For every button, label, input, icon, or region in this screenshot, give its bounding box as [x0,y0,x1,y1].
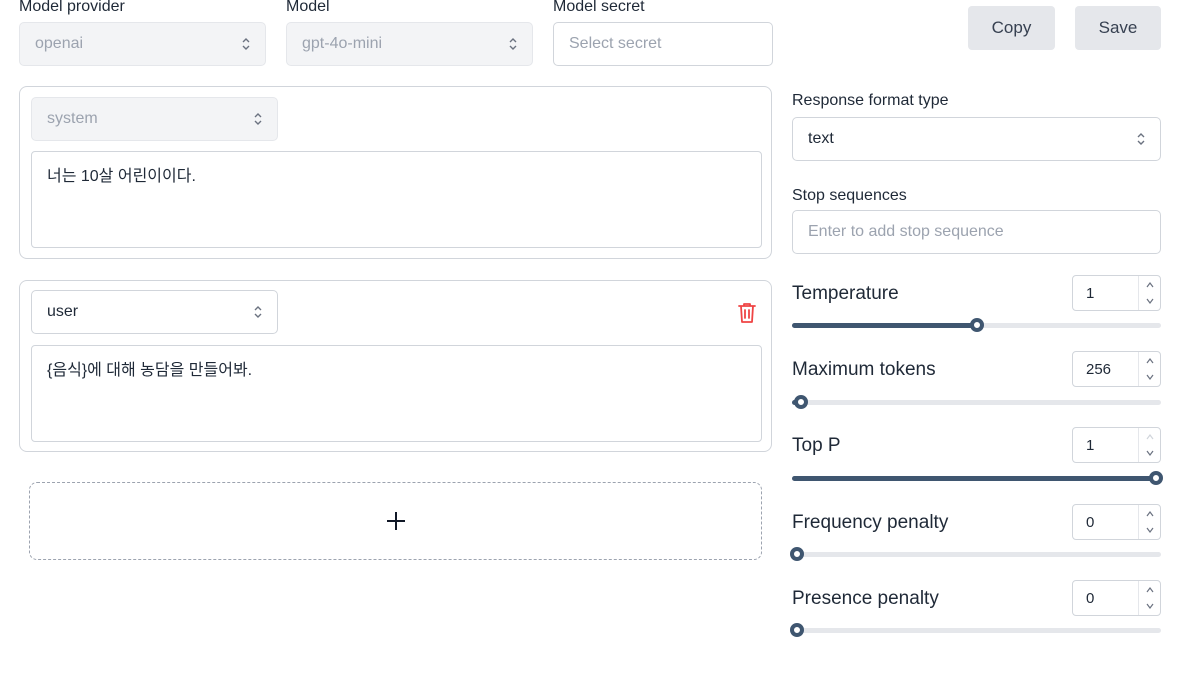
slider-fill [792,323,977,328]
model-provider-select[interactable]: openai [19,22,266,66]
top-p-slider[interactable] [792,471,1163,485]
response-format-value: text [808,130,834,147]
chevron-down-icon[interactable] [1145,602,1155,610]
chevron-updown-icon [254,306,262,318]
model-secret-placeholder: Select secret [569,35,662,52]
frequency-penalty-input[interactable]: 0 [1072,504,1161,540]
copy-button[interactable]: Copy [968,6,1055,50]
chevron-down-icon[interactable] [1145,526,1155,534]
model-secret-input[interactable]: Select secret [553,22,773,66]
model-label: Model [286,0,330,15]
frequency-penalty-stepper[interactable] [1138,505,1160,539]
chevron-down-icon[interactable] [1145,449,1155,457]
frequency-penalty-slider[interactable] [790,547,1161,561]
chevron-up-icon[interactable] [1145,510,1155,518]
presence-penalty-input[interactable]: 0 [1072,580,1161,616]
message-card-user: user {음식}에 대해 농담을 만들어봐. [19,280,772,452]
temperature-input[interactable]: 1 [1072,275,1161,311]
model-select[interactable]: gpt-4o-mini [286,22,533,66]
model-secret-label: Model secret [553,0,645,15]
slider-thumb[interactable] [790,623,804,637]
plus-icon [386,512,405,530]
max-tokens-slider[interactable] [792,395,1161,409]
chevron-updown-icon [242,38,250,50]
save-button[interactable]: Save [1075,6,1161,50]
chevron-up-icon[interactable] [1145,357,1155,365]
slider-fill [792,476,1156,481]
chevron-updown-icon [1137,133,1145,145]
max-tokens-input[interactable]: 256 [1072,351,1161,387]
presence-penalty-value: 0 [1086,589,1095,607]
message-card-system: system 너는 10살 어린이이다. [19,86,772,259]
slider-thumb[interactable] [1149,471,1163,485]
slider-thumb[interactable] [790,547,804,561]
slider-thumb[interactable] [794,395,809,409]
temperature-label: Temperature [792,283,899,304]
role-value: user [47,303,79,320]
message-content-textarea[interactable]: {음식}에 대해 농담을 만들어봐. [31,345,762,442]
temperature-stepper[interactable] [1138,276,1160,310]
stop-sequences-placeholder: Enter to add stop sequence [808,223,1004,240]
response-format-label: Response format type [792,92,949,109]
stop-sequences-label: Stop sequences [792,187,907,204]
chevron-up-icon[interactable] [1145,433,1155,441]
max-tokens-value: 256 [1086,360,1112,378]
max-tokens-label: Maximum tokens [792,359,936,380]
stop-sequences-input[interactable]: Enter to add stop sequence [792,210,1161,254]
slider-thumb[interactable] [969,318,984,332]
response-format-select[interactable]: text [792,117,1161,161]
top-p-value: 1 [1086,436,1095,454]
top-p-stepper[interactable] [1138,428,1160,462]
add-message-button[interactable] [29,482,762,560]
frequency-penalty-value: 0 [1086,513,1095,531]
chevron-up-icon[interactable] [1145,281,1155,289]
temperature-slider[interactable] [792,318,1161,332]
presence-penalty-slider[interactable] [790,623,1161,637]
model-provider-label: Model provider [19,0,125,15]
chevron-down-icon[interactable] [1145,297,1155,305]
trash-icon[interactable] [736,301,758,325]
top-p-input[interactable]: 1 [1072,427,1161,463]
presence-penalty-label: Presence penalty [792,588,939,609]
role-select[interactable]: user [31,290,278,334]
message-content-textarea[interactable]: 너는 10살 어린이이다. [31,151,762,248]
role-value: system [47,110,98,127]
chevron-updown-icon [509,38,517,50]
chevron-up-icon[interactable] [1145,586,1155,594]
model-value: gpt-4o-mini [302,35,383,52]
frequency-penalty-label: Frequency penalty [792,512,949,533]
presence-penalty-stepper[interactable] [1138,581,1160,615]
temperature-value: 1 [1086,284,1095,302]
top-p-label: Top P [792,435,841,456]
chevron-down-icon[interactable] [1145,373,1155,381]
chevron-updown-icon [254,113,262,125]
max-tokens-stepper[interactable] [1138,352,1160,386]
role-select[interactable]: system [31,97,278,141]
model-provider-value: openai [35,35,84,52]
